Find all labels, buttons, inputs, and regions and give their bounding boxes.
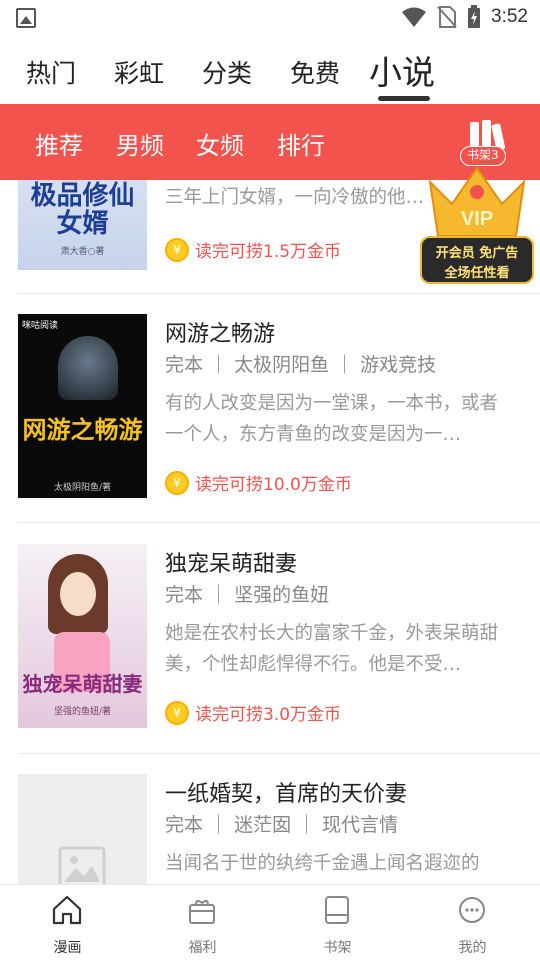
profile-icon — [459, 897, 485, 923]
status-time: 3:52 — [491, 6, 528, 27]
coin-icon: ¥ — [165, 470, 189, 495]
subtab-female[interactable]: 女频 — [196, 126, 244, 161]
cover-author: 肃大香○著 — [60, 247, 105, 257]
book-description: 当闻名于世的纨绔千金遇上闻名遐迩的 — [165, 853, 480, 874]
nav-comics[interactable]: 漫画 — [0, 885, 135, 960]
vip-line-2: 全场任性看 — [444, 266, 510, 281]
cover-title: 独宠呆萌甜妻 — [22, 672, 143, 696]
image-notification-icon — [16, 8, 36, 28]
divider — [18, 293, 540, 294]
cover-character — [58, 336, 118, 400]
book-cover-placeholder — [18, 774, 147, 884]
book-meta: 完本 ｜ 太极阴阳鱼 ｜ 游戏竞技 — [165, 354, 437, 376]
tab-free[interactable]: 免费 — [290, 54, 340, 90]
bookshelf-icon — [325, 896, 349, 924]
nav-label: 书架 — [323, 940, 352, 956]
cover-brand: 咪咕阅读 — [22, 321, 59, 331]
book-cover: 咪咕阅读 网游之畅游 太极阴阳鱼/著 — [18, 314, 147, 498]
nav-profile[interactable]: 我的 — [405, 885, 540, 960]
top-category-tabs: 热门 彩虹 分类 免费 小说 — [0, 36, 540, 104]
cover-character-face — [60, 572, 96, 616]
status-icons: 3:52 — [401, 5, 528, 29]
coin-icon: ¥ — [165, 700, 189, 725]
tab-hot[interactable]: 热门 — [26, 54, 76, 90]
book-description: 她是在农村长大的富家千金，外表呆萌甜美，个性却彪悍得不行。他是不受… — [165, 623, 499, 675]
book-list: 极品修仙女婿 肃大香○著 三年上门女婿，一向冷傲的他… ¥ 读完可捞1.5万金币… — [0, 180, 540, 884]
vip-promo-badge[interactable]: VIP 开会员 免广告 全场任性看 — [420, 150, 534, 284]
vip-panel: 开会员 免广告 全场任性看 — [420, 236, 534, 284]
divider — [18, 753, 540, 754]
coin-reward: ¥ 读完可捞3.0万金币 — [165, 700, 341, 725]
coin-reward: ¥ 读完可捞10.0万金币 — [165, 470, 352, 495]
shelf-count-badge[interactable]: 书架3 — [460, 146, 506, 166]
gift-icon — [189, 899, 215, 924]
cover-author: 坚强的鱼妞/著 — [53, 707, 112, 717]
nav-welfare[interactable]: 福利 — [135, 885, 270, 960]
book-meta: 完本 ｜ 坚强的鱼妞 — [165, 584, 330, 606]
cover-title: 极品修仙女婿 — [30, 181, 135, 239]
no-sim-icon — [437, 6, 457, 28]
active-tab-indicator — [378, 96, 430, 101]
book-cover: 独宠呆萌甜妻 坚强的鱼妞/著 — [18, 544, 147, 728]
image-placeholder-icon — [58, 846, 106, 884]
subtab-recommend[interactable]: 推荐 — [35, 126, 83, 161]
subtab-ranking[interactable]: 排行 — [277, 126, 325, 161]
book-description: 有的人改变是因为一堂课，一本书，或者一个人，东方青鱼的改变是因为一… — [165, 393, 499, 445]
wifi-icon — [402, 7, 427, 27]
tab-novel[interactable]: 小说 — [369, 46, 435, 94]
nav-label: 漫画 — [53, 940, 82, 956]
nav-label: 福利 — [188, 940, 217, 956]
divider — [18, 522, 540, 523]
tab-rainbow[interactable]: 彩虹 — [114, 54, 164, 90]
book-title: 网游之畅游 — [165, 322, 276, 347]
coin-icon: ¥ — [165, 237, 189, 262]
reward-text: 读完可捞3.0万金币 — [195, 705, 342, 725]
nav-label: 我的 — [458, 940, 487, 956]
vip-label: VIP — [460, 208, 494, 230]
cover-title: 网游之畅游 — [22, 415, 143, 444]
book-description: 三年上门女婿，一向冷傲的他… — [165, 187, 425, 208]
list-item[interactable]: 独宠呆萌甜妻 坚强的鱼妞/著 独宠呆萌甜妻 完本 ｜ 坚强的鱼妞 她是在农村长大… — [0, 544, 540, 774]
book-cover: 极品修仙女婿 肃大香○著 — [18, 180, 147, 270]
book-meta: 完本 ｜ 迷茫囡 ｜ 现代言情 — [165, 814, 399, 836]
nav-bookshelf[interactable]: 书架 — [270, 885, 405, 960]
battery-charging-icon — [468, 5, 481, 28]
subtab-male[interactable]: 男频 — [116, 126, 164, 161]
list-item[interactable]: 咪咕阅读 网游之畅游 太极阴阳鱼/著 网游之畅游 完本 ｜ 太极阴阳鱼 ｜ 游戏… — [0, 314, 540, 544]
reward-text: 读完可捞1.5万金币 — [195, 242, 342, 262]
book-title: 独宠呆萌甜妻 — [165, 552, 298, 577]
cover-author: 太极阴阳鱼/著 — [53, 483, 112, 493]
status-bar: 3:52 — [0, 0, 540, 36]
list-item[interactable]: 一纸婚契，首席的天价妻 完本 ｜ 迷茫囡 ｜ 现代言情 当闻名于世的纨绔千金遇上… — [0, 774, 540, 884]
book-title: 一纸婚契，首席的天价妻 — [165, 782, 408, 807]
reward-text: 读完可捞10.0万金币 — [195, 475, 352, 495]
home-icon — [52, 895, 82, 925]
tab-category[interactable]: 分类 — [202, 54, 252, 90]
coin-reward: ¥ 读完可捞1.5万金币 — [165, 237, 341, 262]
vip-line-1: 开会员 免广告 — [435, 246, 519, 261]
bottom-navigation: 漫画 福利 书架 我的 — [0, 884, 540, 960]
